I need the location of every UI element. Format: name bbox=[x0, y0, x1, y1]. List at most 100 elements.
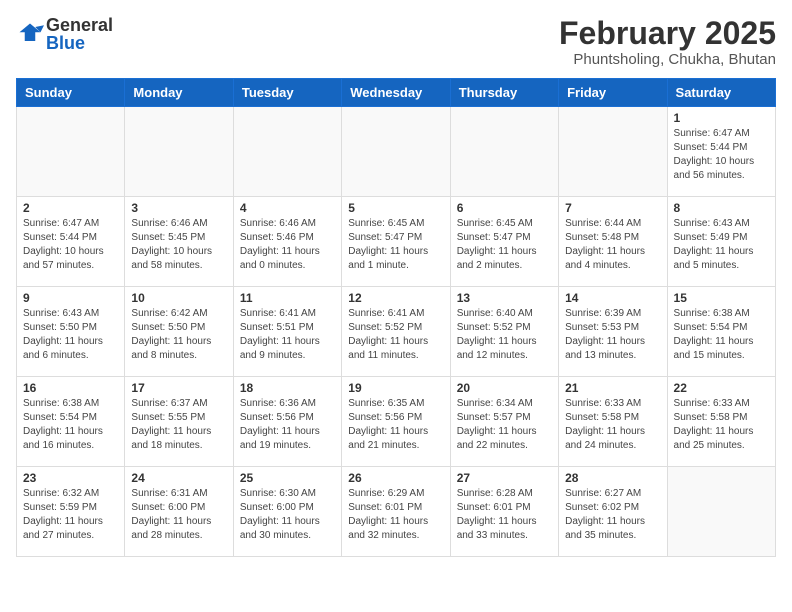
calendar-cell: 9 Sunrise: 6:43 AM Sunset: 5:50 PM Daylig… bbox=[17, 287, 125, 377]
day-number: 8 bbox=[674, 201, 769, 215]
day-number: 21 bbox=[565, 381, 660, 395]
day-info: Sunrise: 6:39 AM Sunset: 5:53 PM Dayligh… bbox=[565, 307, 660, 363]
calendar-cell: 15 Sunrise: 6:38 AM Sunset: 5:54 PM Dayli… bbox=[667, 287, 775, 377]
week-row-2: 2Sunrise: 6:47 AM Sunset: 5:44 PM Daylig… bbox=[17, 197, 776, 287]
day-info: Sunrise: 6:42 AM Sunset: 5:50 PM Dayligh… bbox=[131, 307, 226, 363]
calendar-cell bbox=[559, 107, 667, 197]
day-info: Sunrise: 6:31 AM Sunset: 6:00 PM Dayligh… bbox=[131, 487, 226, 543]
day-number: 26 bbox=[348, 471, 443, 485]
day-info: Sunrise: 6:38 AM Sunset: 5:54 PM Dayligh… bbox=[23, 397, 118, 453]
day-number: 14 bbox=[565, 291, 660, 305]
day-number: 10 bbox=[131, 291, 226, 305]
calendar-cell: 14 Sunrise: 6:39 AM Sunset: 5:53 PM Dayli… bbox=[559, 287, 667, 377]
month-title: February 2025 bbox=[559, 16, 776, 51]
day-info: Sunrise: 6:33 AM Sunset: 5:58 PM Dayligh… bbox=[565, 397, 660, 453]
day-info: Sunrise: 6:46 AM Sunset: 5:45 PM Dayligh… bbox=[131, 217, 226, 273]
day-info: Sunrise: 6:40 AM Sunset: 5:52 PM Dayligh… bbox=[457, 307, 552, 363]
day-number: 7 bbox=[565, 201, 660, 215]
calendar-cell bbox=[125, 107, 233, 197]
day-info: Sunrise: 6:43 AM Sunset: 5:49 PM Dayligh… bbox=[674, 217, 769, 273]
calendar-cell: 19 Sunrise: 6:35 AM Sunset: 5:56 PM Dayli… bbox=[342, 377, 450, 467]
calendar-cell: 10 Sunrise: 6:42 AM Sunset: 5:50 PM Dayli… bbox=[125, 287, 233, 377]
calendar-cell: 26 Sunrise: 6:29 AM Sunset: 6:01 PM Dayli… bbox=[342, 467, 450, 557]
title-area: February 2025 Phuntsholing, Chukha, Bhut… bbox=[559, 16, 776, 68]
calendar-cell: 7 Sunrise: 6:44 AM Sunset: 5:48 PM Daylig… bbox=[559, 197, 667, 287]
calendar-cell: 17Sunrise: 6:37 AM Sunset: 5:55 PM Dayli… bbox=[125, 377, 233, 467]
calendar-cell: 24 Sunrise: 6:31 AM Sunset: 6:00 PM Dayli… bbox=[125, 467, 233, 557]
day-info: Sunrise: 6:30 AM Sunset: 6:00 PM Dayligh… bbox=[240, 487, 335, 543]
calendar-cell: 12 Sunrise: 6:41 AM Sunset: 5:52 PM Dayli… bbox=[342, 287, 450, 377]
day-number: 4 bbox=[240, 201, 335, 215]
day-number: 18 bbox=[240, 381, 335, 395]
calendar-cell: 22 Sunrise: 6:33 AM Sunset: 5:58 PM Dayli… bbox=[667, 377, 775, 467]
location-title: Phuntsholing, Chukha, Bhutan bbox=[559, 51, 776, 68]
logo: General Blue bbox=[16, 16, 113, 52]
day-info: Sunrise: 6:46 AM Sunset: 5:46 PM Dayligh… bbox=[240, 217, 335, 273]
weekday-header-sunday: Sunday bbox=[17, 79, 125, 107]
day-number: 23 bbox=[23, 471, 118, 485]
logo-general-text: General bbox=[46, 16, 113, 34]
calendar-cell: 16 Sunrise: 6:38 AM Sunset: 5:54 PM Dayli… bbox=[17, 377, 125, 467]
logo-blue-text: Blue bbox=[46, 34, 113, 52]
day-number: 13 bbox=[457, 291, 552, 305]
day-info: Sunrise: 6:38 AM Sunset: 5:54 PM Dayligh… bbox=[674, 307, 769, 363]
calendar-cell: 5 Sunrise: 6:45 AM Sunset: 5:47 PM Daylig… bbox=[342, 197, 450, 287]
day-number: 16 bbox=[23, 381, 118, 395]
day-info: Sunrise: 6:45 AM Sunset: 5:47 PM Dayligh… bbox=[348, 217, 443, 273]
calendar-cell: 4 Sunrise: 6:46 AM Sunset: 5:46 PM Daylig… bbox=[233, 197, 341, 287]
day-number: 19 bbox=[348, 381, 443, 395]
day-number: 9 bbox=[23, 291, 118, 305]
calendar-cell: 6Sunrise: 6:45 AM Sunset: 5:47 PM Daylig… bbox=[450, 197, 558, 287]
day-number: 22 bbox=[674, 381, 769, 395]
calendar-cell: 2Sunrise: 6:47 AM Sunset: 5:44 PM Daylig… bbox=[17, 197, 125, 287]
day-info: Sunrise: 6:34 AM Sunset: 5:57 PM Dayligh… bbox=[457, 397, 552, 453]
day-number: 5 bbox=[348, 201, 443, 215]
day-number: 1 bbox=[674, 111, 769, 125]
page-header: General Blue February 2025 Phuntsholing,… bbox=[16, 16, 776, 68]
day-number: 3 bbox=[131, 201, 226, 215]
logo-bird-icon bbox=[16, 20, 44, 48]
day-number: 12 bbox=[348, 291, 443, 305]
calendar-cell: 20Sunrise: 6:34 AM Sunset: 5:57 PM Dayli… bbox=[450, 377, 558, 467]
calendar-table: SundayMondayTuesdayWednesdayThursdayFrid… bbox=[16, 78, 776, 557]
calendar-cell bbox=[17, 107, 125, 197]
day-info: Sunrise: 6:32 AM Sunset: 5:59 PM Dayligh… bbox=[23, 487, 118, 543]
day-number: 28 bbox=[565, 471, 660, 485]
calendar-cell bbox=[450, 107, 558, 197]
calendar-cell bbox=[342, 107, 450, 197]
day-info: Sunrise: 6:28 AM Sunset: 6:01 PM Dayligh… bbox=[457, 487, 552, 543]
calendar-cell: 8 Sunrise: 6:43 AM Sunset: 5:49 PM Daylig… bbox=[667, 197, 775, 287]
day-number: 25 bbox=[240, 471, 335, 485]
day-info: Sunrise: 6:41 AM Sunset: 5:51 PM Dayligh… bbox=[240, 307, 335, 363]
week-row-5: 23 Sunrise: 6:32 AM Sunset: 5:59 PM Dayli… bbox=[17, 467, 776, 557]
day-info: Sunrise: 6:47 AM Sunset: 5:44 PM Dayligh… bbox=[674, 127, 769, 183]
day-info: Sunrise: 6:35 AM Sunset: 5:56 PM Dayligh… bbox=[348, 397, 443, 453]
calendar-cell bbox=[233, 107, 341, 197]
calendar-cell: 1 Sunrise: 6:47 AM Sunset: 5:44 PM Daylig… bbox=[667, 107, 775, 197]
calendar-cell: 13 Sunrise: 6:40 AM Sunset: 5:52 PM Dayli… bbox=[450, 287, 558, 377]
calendar-cell: 27 Sunrise: 6:28 AM Sunset: 6:01 PM Dayli… bbox=[450, 467, 558, 557]
week-row-1: 1 Sunrise: 6:47 AM Sunset: 5:44 PM Daylig… bbox=[17, 107, 776, 197]
calendar-cell bbox=[667, 467, 775, 557]
day-info: Sunrise: 6:33 AM Sunset: 5:58 PM Dayligh… bbox=[674, 397, 769, 453]
calendar-cell: 23 Sunrise: 6:32 AM Sunset: 5:59 PM Dayli… bbox=[17, 467, 125, 557]
day-info: Sunrise: 6:41 AM Sunset: 5:52 PM Dayligh… bbox=[348, 307, 443, 363]
weekday-header-row: SundayMondayTuesdayWednesdayThursdayFrid… bbox=[17, 79, 776, 107]
weekday-header-friday: Friday bbox=[559, 79, 667, 107]
day-number: 6 bbox=[457, 201, 552, 215]
day-number: 27 bbox=[457, 471, 552, 485]
day-info: Sunrise: 6:44 AM Sunset: 5:48 PM Dayligh… bbox=[565, 217, 660, 273]
weekday-header-monday: Monday bbox=[125, 79, 233, 107]
day-number: 24 bbox=[131, 471, 226, 485]
day-info: Sunrise: 6:29 AM Sunset: 6:01 PM Dayligh… bbox=[348, 487, 443, 543]
week-row-3: 9 Sunrise: 6:43 AM Sunset: 5:50 PM Daylig… bbox=[17, 287, 776, 377]
calendar-cell: 28Sunrise: 6:27 AM Sunset: 6:02 PM Dayli… bbox=[559, 467, 667, 557]
calendar-cell: 21 Sunrise: 6:33 AM Sunset: 5:58 PM Dayli… bbox=[559, 377, 667, 467]
day-info: Sunrise: 6:43 AM Sunset: 5:50 PM Dayligh… bbox=[23, 307, 118, 363]
day-info: Sunrise: 6:37 AM Sunset: 5:55 PM Dayligh… bbox=[131, 397, 226, 453]
week-row-4: 16 Sunrise: 6:38 AM Sunset: 5:54 PM Dayli… bbox=[17, 377, 776, 467]
day-info: Sunrise: 6:36 AM Sunset: 5:56 PM Dayligh… bbox=[240, 397, 335, 453]
day-number: 11 bbox=[240, 291, 335, 305]
day-number: 15 bbox=[674, 291, 769, 305]
calendar-cell: 11 Sunrise: 6:41 AM Sunset: 5:51 PM Dayli… bbox=[233, 287, 341, 377]
